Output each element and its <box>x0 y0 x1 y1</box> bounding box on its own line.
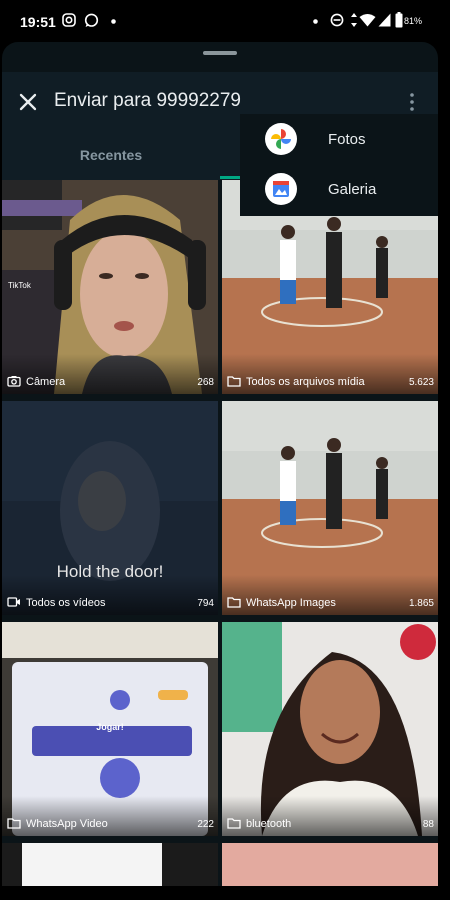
folder-icon <box>227 818 241 829</box>
status-time: 19:51 <box>20 14 56 30</box>
folder-grid: TikTok Câmera 268 Todos os arquivos mídi… <box>2 180 438 892</box>
tile-shade <box>222 796 438 836</box>
wifi-icon <box>359 14 376 27</box>
folder-name: bluetooth <box>246 818 292 830</box>
folder-name: Todos os vídeos <box>26 597 106 609</box>
notification-dot-icon <box>111 19 116 24</box>
folder-tile-partial[interactable] <box>2 843 218 892</box>
page-title: Enviar para 99992279 <box>54 90 241 111</box>
battery-percent: 81% <box>404 16 423 26</box>
folder-count: 88 <box>422 819 434 830</box>
folder-tile-all-videos[interactable]: Hold the door! Todos os vídeos 794 <box>2 401 218 615</box>
chooser-label: Galeria <box>328 181 377 198</box>
folder-thumbnail <box>2 843 218 892</box>
svg-text:TikTok: TikTok <box>8 281 32 290</box>
folder-name: WhatsApp Images <box>246 597 336 609</box>
chooser-item-galeria[interactable]: Galeria <box>240 164 438 214</box>
close-icon <box>19 93 37 111</box>
folder-count: 794 <box>197 598 214 609</box>
chooser-item-fotos[interactable]: Fotos <box>240 114 438 164</box>
folder-name: WhatsApp Video <box>26 818 108 830</box>
app-chooser-popup: Fotos Galeria <box>240 114 438 216</box>
folder-tile-whatsapp-video[interactable]: Jogar! WhatsApp Video 222 <box>2 622 218 836</box>
folder-icon <box>7 818 21 829</box>
battery-icon <box>395 12 403 28</box>
folder-tile-camera[interactable]: TikTok Câmera 268 <box>2 180 218 394</box>
gallery-icon <box>265 173 297 205</box>
tile-shade <box>222 354 438 394</box>
sheet-drag-handle[interactable] <box>203 51 237 55</box>
folder-icon <box>227 597 241 608</box>
folder-name: Todos os arquivos mídia <box>246 376 365 388</box>
folder-icon <box>227 376 241 387</box>
nav-bar <box>0 886 450 900</box>
data-arrows-icon <box>351 13 357 27</box>
folder-name: Câmera <box>26 376 66 388</box>
tile-shade <box>2 796 218 836</box>
tile-shade <box>222 575 438 615</box>
instagram-icon <box>62 13 76 27</box>
tile-shade <box>2 354 218 394</box>
tile-shade <box>2 575 218 615</box>
folder-count: 268 <box>197 377 214 388</box>
notification-dot-icon <box>313 19 318 24</box>
cell-signal-icon <box>378 13 391 27</box>
folder-tile-partial[interactable] <box>222 843 438 892</box>
folder-count: 222 <box>197 819 214 830</box>
folder-count: 5.623 <box>408 377 434 388</box>
google-photos-icon <box>265 123 297 155</box>
tab-recentes[interactable]: Recentes <box>2 136 220 180</box>
do-not-disturb-icon <box>330 13 344 27</box>
video-icon <box>7 597 20 607</box>
whatsapp-icon <box>84 13 99 27</box>
more-vert-icon <box>410 93 414 111</box>
more-options-button[interactable] <box>400 90 424 114</box>
chooser-label: Fotos <box>328 131 366 148</box>
folder-thumbnail <box>222 843 438 892</box>
gallery-sheet: Enviar para 99992279 Recentes TikTok Câm… <box>2 42 438 892</box>
folder-tile-whatsapp-images[interactable]: WhatsApp Images 1.865 <box>222 401 438 615</box>
status-bar: 19:51 81% <box>0 0 450 44</box>
folder-tile-bluetooth[interactable]: bluetooth 88 <box>222 622 438 836</box>
camera-icon <box>7 376 21 387</box>
folder-count: 1.865 <box>408 598 434 609</box>
game-button-text: Jogar! <box>96 722 124 732</box>
close-button[interactable] <box>12 86 44 118</box>
